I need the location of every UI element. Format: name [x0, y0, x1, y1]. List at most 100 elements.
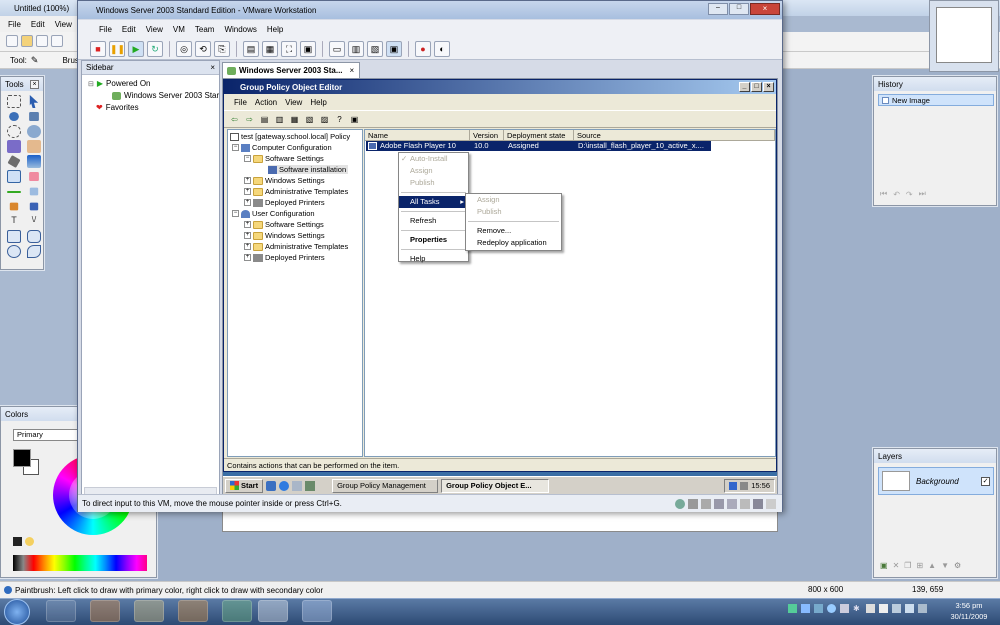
- expand-icon[interactable]: +: [244, 177, 251, 184]
- move-up-icon[interactable]: ▲: [928, 561, 936, 570]
- maximize-button[interactable]: □: [751, 82, 762, 92]
- paintbrush-icon[interactable]: ✎: [31, 55, 39, 66]
- new-icon[interactable]: [6, 35, 18, 47]
- record-icon[interactable]: ●: [415, 40, 431, 57]
- submenu-item-redeploy[interactable]: Redeploy application: [466, 237, 561, 249]
- save-icon[interactable]: [36, 35, 48, 47]
- color-palette-strip[interactable]: [13, 555, 147, 571]
- paintbrush-tool-icon[interactable]: [7, 170, 21, 183]
- rectangle-icon[interactable]: [7, 230, 21, 243]
- bluetooth-icon[interactable]: ✱: [853, 604, 862, 613]
- vmware-icon[interactable]: [258, 600, 288, 622]
- tree-user-software-settings[interactable]: + Software Settings: [244, 220, 324, 229]
- close-button[interactable]: ×: [750, 3, 780, 15]
- internet-explorer-icon[interactable]: [46, 600, 76, 622]
- column-source[interactable]: Source: [574, 130, 775, 141]
- console-view-icon[interactable]: ▭: [329, 40, 345, 57]
- show-hide-tree-icon[interactable]: ▥: [273, 113, 286, 126]
- vm-view-icon[interactable]: ▣: [386, 40, 402, 57]
- expand-icon[interactable]: +: [244, 254, 251, 261]
- snapshot-icon[interactable]: ◎: [176, 40, 192, 57]
- taskbar-gpm[interactable]: Group Policy Management: [332, 478, 439, 493]
- pencil-icon[interactable]: [7, 191, 21, 193]
- snapshot-manager-icon[interactable]: ⎘: [214, 40, 230, 57]
- appliance-view-icon[interactable]: ▧: [367, 40, 383, 57]
- media-player-icon[interactable]: [178, 600, 208, 622]
- back-icon[interactable]: ⇦: [228, 113, 241, 126]
- gradient-icon[interactable]: [27, 155, 41, 168]
- export-list-icon[interactable]: ▨: [318, 113, 331, 126]
- color-mode-dropdown[interactable]: Primary: [13, 429, 79, 441]
- unity-icon[interactable]: ▣: [300, 40, 316, 57]
- layer-item[interactable]: Background ✓: [878, 467, 994, 495]
- network-icon[interactable]: [729, 481, 738, 490]
- refresh-icon[interactable]: ▧: [303, 113, 316, 126]
- forward-icon[interactable]: ⇨: [243, 113, 256, 126]
- merge-layer-icon[interactable]: ⊞: [916, 561, 923, 570]
- revert-snapshot-icon[interactable]: ⟲: [195, 40, 211, 57]
- menu-edit[interactable]: Edit: [31, 20, 45, 29]
- printer-icon[interactable]: [753, 498, 763, 509]
- expand-icon[interactable]: +: [244, 221, 251, 228]
- cd-rom-icon[interactable]: [688, 498, 698, 509]
- text-icon[interactable]: T: [7, 215, 21, 228]
- taskbar-clock[interactable]: 3:56 pm 30/11/2009: [940, 600, 998, 624]
- tray-icon[interactable]: [866, 604, 875, 613]
- up-icon[interactable]: ▤: [258, 113, 271, 126]
- menu-file[interactable]: File: [94, 25, 117, 34]
- menu-file[interactable]: File: [230, 98, 251, 107]
- open-icon[interactable]: [21, 35, 33, 47]
- menu-help[interactable]: Help: [306, 98, 330, 107]
- wifi-icon[interactable]: [905, 604, 914, 613]
- menu-item-help[interactable]: Help: [399, 253, 468, 265]
- tree-software-installation[interactable]: Software installation: [268, 165, 349, 174]
- sound-icon[interactable]: [740, 498, 750, 509]
- rewind-icon[interactable]: ⏮: [880, 189, 887, 199]
- close-icon[interactable]: ×: [210, 63, 215, 72]
- sidebar-item-favorites[interactable]: ❤ Favorites: [96, 103, 139, 112]
- column-deployment-state[interactable]: Deployment state: [504, 130, 574, 141]
- clone-stamp-icon[interactable]: [9, 202, 19, 211]
- volume-icon[interactable]: [918, 604, 927, 613]
- full-screen-icon[interactable]: ⛶: [281, 40, 297, 57]
- zoom-icon[interactable]: [27, 125, 41, 138]
- start-orb[interactable]: [4, 599, 30, 625]
- tray-icon[interactable]: [840, 604, 849, 613]
- tree-computer-config[interactable]: − Computer Configuration: [232, 143, 332, 152]
- tree-user-windows-settings[interactable]: + Windows Settings: [244, 231, 325, 240]
- print-icon[interactable]: [51, 35, 63, 47]
- swap-colors-icon[interactable]: [13, 537, 22, 546]
- collapse-icon[interactable]: −: [232, 144, 239, 151]
- power-on-icon[interactable]: ▶: [128, 40, 144, 57]
- tray-icon[interactable]: [814, 604, 823, 613]
- expand-icon[interactable]: +: [244, 232, 251, 239]
- menu-team[interactable]: Team: [190, 25, 220, 34]
- close-icon[interactable]: ×: [30, 79, 39, 89]
- move-icon[interactable]: [29, 95, 39, 108]
- menu-view[interactable]: View: [55, 20, 72, 29]
- tree-root[interactable]: test [gateway.school.local] Policy: [230, 132, 350, 141]
- add-layer-icon[interactable]: ▣: [880, 561, 888, 570]
- menu-windows[interactable]: Windows: [219, 25, 261, 34]
- duplicate-layer-icon[interactable]: ❐: [904, 561, 911, 570]
- undo-icon[interactable]: ↶: [893, 190, 900, 199]
- expand-icon[interactable]: +: [244, 188, 251, 195]
- menu-view[interactable]: View: [141, 25, 168, 34]
- collapse-icon[interactable]: −: [244, 155, 251, 162]
- ellipse-icon[interactable]: [7, 245, 21, 258]
- tray-icon[interactable]: [879, 604, 888, 613]
- vm-console[interactable]: Group Policy Object Editor _ □ × File Ac…: [222, 78, 778, 496]
- collapse-icon[interactable]: ⊟: [88, 80, 94, 88]
- tree-user-admin-templates[interactable]: + Administrative Templates: [244, 242, 348, 251]
- firefox-icon[interactable]: [90, 600, 120, 622]
- freeform-shape-icon[interactable]: [27, 245, 41, 258]
- menu-item-all-tasks[interactable]: All Tasks ▸: [399, 196, 468, 208]
- fast-forward-icon[interactable]: ⏭: [919, 189, 926, 199]
- menu-item-refresh[interactable]: Refresh: [399, 215, 468, 227]
- network-app-icon[interactable]: [222, 600, 252, 622]
- eraser-icon[interactable]: [29, 171, 39, 182]
- show-desktop-icon[interactable]: [292, 480, 303, 491]
- collapse-icon[interactable]: −: [232, 210, 239, 217]
- paint-bucket-icon[interactable]: [7, 155, 21, 168]
- submenu-item-remove[interactable]: Remove...: [466, 225, 561, 237]
